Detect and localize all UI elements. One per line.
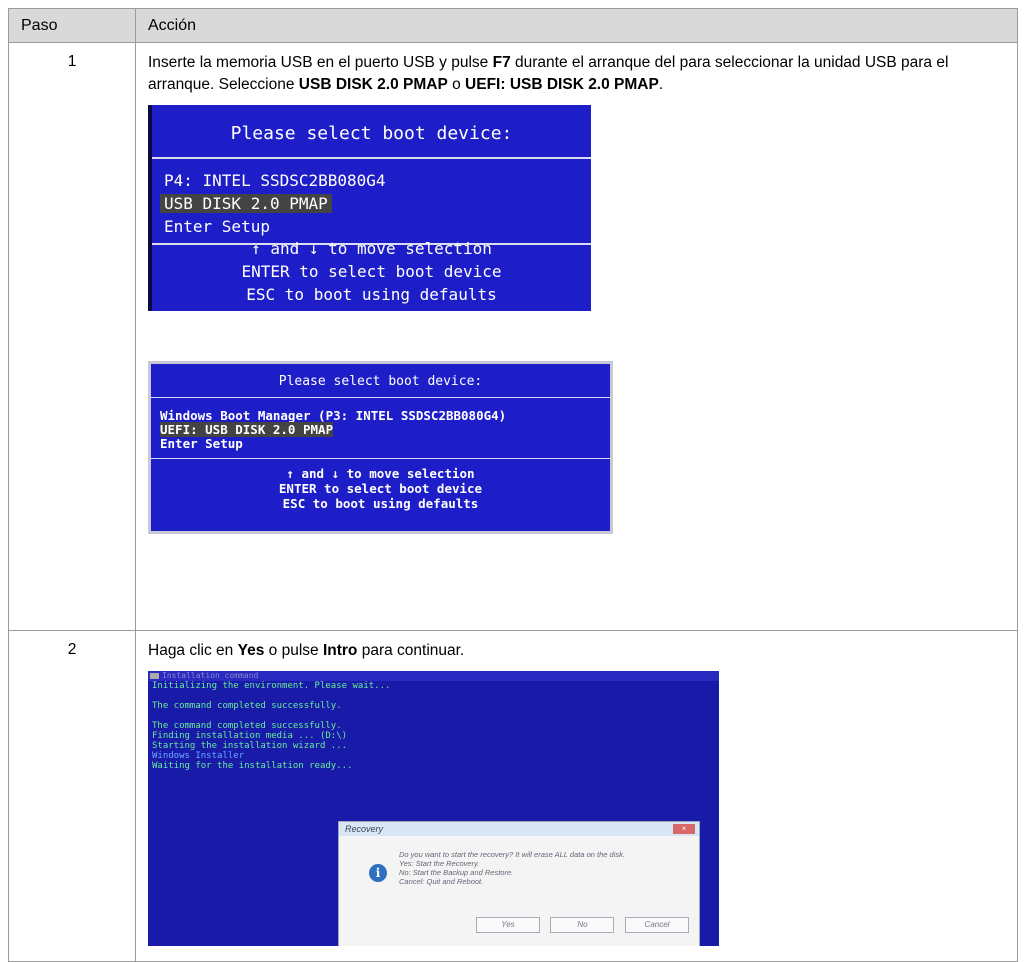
log-line: The command completed successfully.: [152, 721, 342, 731]
boot-option: Enter Setup: [160, 436, 243, 451]
boot-options: P4: INTEL SSDSC2BB080G4 USB DISK 2.0 PMA…: [160, 169, 386, 238]
boot-options: Windows Boot Manager (P3: INTEL SSDSC2BB…: [160, 409, 506, 451]
instruction-text: Haga clic en: [148, 642, 238, 659]
step-number-cell: 1: [8, 42, 136, 631]
console-title-bar: Installation command: [148, 671, 719, 681]
step-number: 2: [67, 641, 77, 658]
option-label: USB DISK 2.0 PMAP: [298, 76, 448, 93]
log-line: Starting the installation wizard ...: [152, 741, 348, 751]
help-line: ENTER to select boot device: [278, 481, 483, 496]
dialog-title: Recovery: [345, 824, 384, 834]
dialog-buttons: Yes No Cancel: [468, 917, 689, 933]
dialog-message: Do you want to start the recovery? It wi…: [399, 850, 625, 886]
boot-option-selected: UEFI: USB DISK 2.0 PMAP: [160, 422, 334, 437]
message-line: No: Start the Backup and Restore.: [399, 868, 514, 877]
no-button[interactable]: No: [550, 917, 615, 933]
action-cell: Haga clic en Yes o pulse Intro para cont…: [135, 630, 1018, 962]
action-cell: Inserte la memoria USB en el puerto USB …: [135, 42, 1018, 631]
recovery-screenshot: Installation command Initializing the en…: [148, 671, 719, 946]
divider: [152, 157, 591, 159]
instruction-text: .: [658, 76, 664, 93]
console-log: Initializing the environment. Please wai…: [148, 681, 719, 771]
boot-option-selected: USB DISK 2.0 PMAP: [160, 194, 332, 213]
steps-table: Paso Acción 1 Inserte la memoria USB en …: [8, 8, 1018, 962]
log-line: Windows Installer: [152, 751, 245, 761]
table-row: 2 Haga clic en Yes o pulse Intro para co…: [8, 630, 1018, 962]
cancel-button[interactable]: Cancel: [625, 917, 689, 933]
instruction-text: para continuar.: [357, 642, 465, 659]
console-title: Installation command: [162, 671, 259, 680]
boot-option: P4: INTEL SSDSC2BB080G4: [164, 171, 386, 190]
key-label: F7: [492, 54, 511, 71]
log-line: Initializing the environment. Please wai…: [152, 681, 391, 691]
instruction-text: Inserte la memoria USB en el puerto USB …: [148, 54, 493, 71]
boot-menu-title: Please select boot device:: [230, 123, 513, 144]
log-line: Finding installation media ... (D:\): [152, 731, 348, 741]
help-line: ESC to boot using defaults: [282, 496, 479, 511]
option-label: UEFI: USB DISK 2.0 PMAP: [465, 76, 659, 93]
uefi-boot-menu-screenshot: Please select boot device: Windows Boot …: [148, 361, 613, 534]
table-header: Paso Acción: [8, 8, 1018, 43]
step-number: 1: [67, 53, 77, 70]
log-line: Waiting for the installation ready...: [152, 761, 353, 771]
help-line: ENTER to select boot device: [241, 262, 502, 281]
help-line: ESC to boot using defaults: [246, 285, 497, 304]
console-icon: [150, 673, 159, 679]
step-instruction: Inserte la memoria USB en el puerto USB …: [148, 52, 1009, 96]
help-line: ↑ and ↓ to move selection: [286, 466, 475, 481]
message-line: Do you want to start the recovery? It wi…: [399, 850, 625, 859]
instruction-text: o: [447, 76, 466, 93]
message-line: Yes: Start the Recovery.: [399, 859, 480, 868]
recovery-dialog: Recovery × i Do you want to start the re…: [338, 821, 700, 946]
boot-help: ↑ and ↓ to move selection ENTER to selec…: [152, 239, 591, 306]
boot-help: ↑ and ↓ to move selection ENTER to selec…: [151, 466, 610, 511]
header-action: Acción: [135, 8, 1018, 43]
key-label: Intro: [322, 642, 358, 659]
boot-option: Windows Boot Manager (P3: INTEL SSDSC2BB…: [160, 408, 507, 423]
divider: [151, 397, 610, 398]
info-icon: i: [369, 864, 387, 882]
message-line: Cancel: Quit and Reboot.: [399, 877, 484, 886]
boot-menu-title: Please select boot device:: [278, 374, 483, 389]
help-line: ↑ and ↓ to move selection: [251, 239, 492, 258]
instruction-text: o pulse: [264, 642, 323, 659]
header-step: Paso: [8, 8, 136, 43]
step-instruction: Haga clic en Yes o pulse Intro para cont…: [148, 640, 1009, 662]
close-icon[interactable]: ×: [673, 824, 695, 834]
step-number-cell: 2: [8, 630, 136, 962]
bios-boot-menu-screenshot: Please select boot device: P4: INTEL SSD…: [148, 105, 591, 311]
log-line: The command completed successfully.: [152, 701, 342, 711]
divider: [151, 458, 610, 459]
button-reference: Yes: [237, 642, 265, 659]
yes-button[interactable]: Yes: [475, 917, 540, 933]
boot-option: Enter Setup: [164, 217, 270, 236]
table-row: 1 Inserte la memoria USB en el puerto US…: [8, 42, 1018, 631]
dialog-title-bar: Recovery ×: [339, 822, 699, 836]
